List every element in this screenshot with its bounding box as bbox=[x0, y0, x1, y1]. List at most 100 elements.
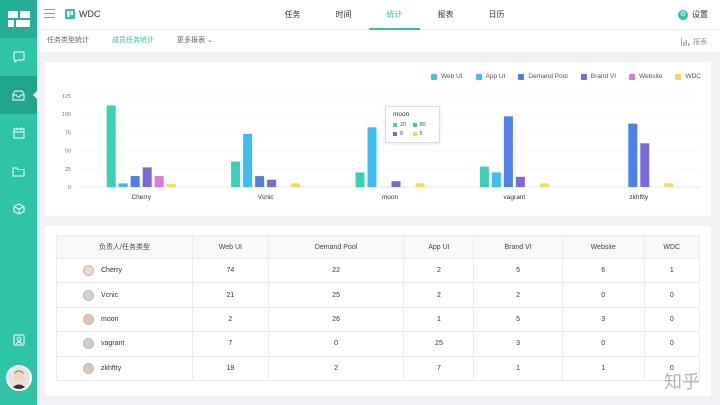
bar-zkhftty-WDC bbox=[664, 183, 674, 187]
x-tick-label: Cherry bbox=[131, 194, 151, 201]
legend-item[interactable]: Demand Pool bbox=[518, 73, 568, 80]
y-tick-label: 50 bbox=[65, 149, 71, 155]
member-task-table: 负责人/任务类型 Web UI Demand Pool App UI Brand VI W… bbox=[56, 235, 701, 381]
cube-icon[interactable] bbox=[0, 190, 37, 228]
tooltip-item: 80 bbox=[412, 122, 433, 128]
member-avatar bbox=[83, 289, 94, 301]
bar-vagrant-Demand-Pool bbox=[503, 116, 513, 187]
value-cell: 1 bbox=[643, 257, 701, 284]
tab-2[interactable]: 统计 bbox=[369, 0, 420, 30]
value-cell: 2 bbox=[192, 306, 269, 333]
value-cell: 2 bbox=[473, 282, 563, 308]
tooltip-swatch bbox=[412, 132, 417, 136]
calendar-icon[interactable] bbox=[0, 114, 37, 152]
legend-label: Web UI bbox=[440, 73, 463, 80]
project-title[interactable]: WDC bbox=[65, 9, 101, 19]
export-report-button[interactable]: 报表 bbox=[681, 37, 707, 47]
value-cell: 74 bbox=[192, 257, 269, 284]
value-cell: 7 bbox=[192, 331, 269, 357]
table-row[interactable]: Cherry 74 22 2 5 6 1 bbox=[56, 257, 701, 284]
column-header[interactable]: Demand Pool bbox=[267, 235, 405, 259]
tooltip-title: moon bbox=[393, 111, 410, 118]
column-header[interactable]: Web UI bbox=[192, 235, 269, 259]
bar-Vcnic-App-UI bbox=[243, 133, 253, 187]
value-cell: 0 bbox=[561, 331, 645, 357]
bar-Vcnic-Demand-Pool bbox=[255, 176, 265, 187]
subtab-2[interactable]: 更多报表 ⌄ bbox=[177, 30, 213, 52]
tooltip-item: 8 bbox=[393, 131, 413, 137]
bar-Cherry-Brand-VI bbox=[142, 167, 152, 187]
legend-item[interactable]: Web UI bbox=[430, 73, 463, 80]
tooltip-value: 20 bbox=[400, 122, 407, 128]
value-cell: 0 bbox=[643, 306, 701, 333]
column-header[interactable]: 负责人/任务类型 bbox=[56, 235, 193, 259]
bar-Cherry-WDC bbox=[166, 184, 176, 187]
member-cell: Cherry bbox=[56, 257, 193, 284]
table-row[interactable]: moon 2 26 1 5 3 0 bbox=[56, 306, 701, 333]
member-name: zkhftty bbox=[101, 364, 122, 372]
y-tick-label: 125 bbox=[62, 94, 71, 100]
value-cell: 19 bbox=[192, 355, 269, 381]
value-cell: 1 bbox=[403, 306, 475, 333]
value-cell: 22 bbox=[267, 257, 405, 284]
inbox-icon[interactable] bbox=[0, 76, 37, 114]
member-name: Cherry bbox=[101, 267, 123, 275]
value-cell: 1 bbox=[473, 355, 563, 381]
member-avatar bbox=[83, 362, 94, 374]
column-header[interactable]: WDC bbox=[643, 235, 701, 259]
tooltip-value: 8 bbox=[400, 131, 404, 137]
subtab-1[interactable]: 成员任务统计 bbox=[112, 30, 154, 52]
gear-icon: ⚙ bbox=[678, 9, 688, 20]
value-cell: 0 bbox=[643, 331, 701, 357]
sub-nav: 任务类型统计 成员任务统计 更多报表 ⌄ 报表 bbox=[37, 30, 720, 52]
settings-button[interactable]: ⚙ 设置 bbox=[678, 9, 708, 20]
tooltip-value: 80 bbox=[419, 122, 426, 128]
tooltip-value: 5 bbox=[419, 131, 423, 137]
legend-swatch bbox=[675, 73, 682, 80]
subtab-0[interactable]: 任务类型统计 bbox=[47, 30, 89, 52]
legend-item[interactable]: Brand VI bbox=[580, 73, 616, 80]
bar-Cherry-Demand-Pool bbox=[130, 176, 140, 187]
watermark: 知乎 bbox=[664, 372, 700, 393]
column-header[interactable]: Website bbox=[561, 235, 645, 259]
value-cell: 26 bbox=[267, 306, 405, 333]
project-name: WDC bbox=[79, 9, 101, 19]
app-logo-icon[interactable] bbox=[0, 0, 37, 38]
legend-item[interactable]: Website bbox=[629, 73, 662, 80]
folder-icon[interactable] bbox=[0, 152, 37, 190]
x-tick-label: Vcnic bbox=[258, 194, 275, 201]
tab-4[interactable]: 日历 bbox=[471, 0, 522, 30]
tooltip-item: 20 bbox=[393, 122, 413, 128]
value-cell: 1 bbox=[561, 355, 645, 381]
value-cell: 0 bbox=[643, 282, 701, 308]
tab-1[interactable]: 时间 bbox=[318, 0, 369, 30]
bar-Cherry-Web-UI bbox=[106, 105, 116, 187]
chart-tooltip: moon 20 80 8 5 bbox=[385, 106, 440, 143]
value-cell: 3 bbox=[473, 331, 563, 357]
member-name: Vcnic bbox=[101, 291, 119, 299]
contacts-icon[interactable] bbox=[0, 321, 37, 359]
bar-moon-Web-UI bbox=[355, 172, 365, 187]
user-avatar[interactable] bbox=[5, 365, 32, 391]
table-row[interactable]: zkhftty 19 2 7 1 1 0 bbox=[56, 355, 701, 381]
column-header[interactable]: Brand VI bbox=[473, 235, 563, 259]
legend-item[interactable]: App UI bbox=[475, 73, 505, 80]
tooltip-item: 5 bbox=[412, 131, 433, 137]
bar-Vcnic-WDC bbox=[291, 183, 301, 187]
value-cell: 0 bbox=[267, 331, 405, 357]
legend-item[interactable]: WDC bbox=[675, 73, 701, 80]
member-name: moon bbox=[101, 315, 119, 323]
member-cell: zkhftty bbox=[56, 355, 193, 381]
chat-icon[interactable] bbox=[0, 38, 37, 76]
member-avatar bbox=[83, 265, 94, 277]
hamburger-menu-icon[interactable] bbox=[44, 9, 55, 20]
bar-vagrant-WDC bbox=[539, 183, 549, 187]
table-row[interactable]: Vcnic 21 25 2 2 0 0 bbox=[56, 282, 701, 308]
value-cell: 0 bbox=[561, 282, 645, 308]
table-row[interactable]: vagrant 7 0 25 3 0 0 bbox=[56, 331, 701, 357]
tab-3[interactable]: 报表 bbox=[420, 0, 471, 30]
value-cell: 25 bbox=[403, 331, 475, 357]
tab-0[interactable]: 任务 bbox=[267, 0, 318, 30]
column-header[interactable]: App UI bbox=[403, 235, 475, 259]
tooltip-swatch bbox=[393, 132, 397, 136]
